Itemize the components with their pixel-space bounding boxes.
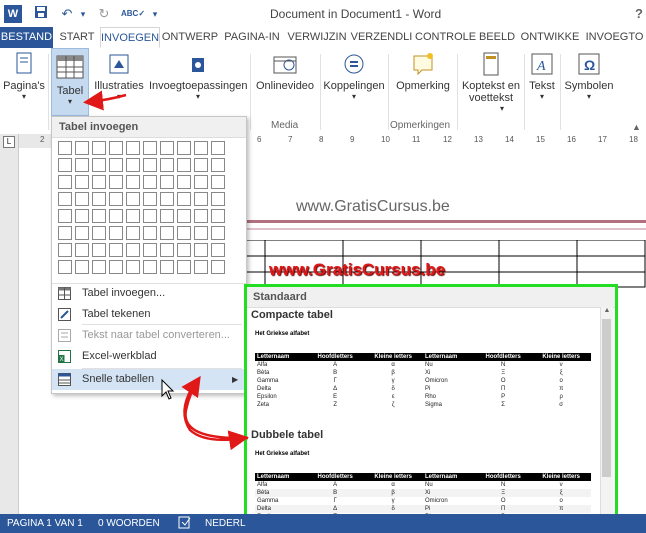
arrow-to-table-button: [83, 90, 127, 111]
word-count[interactable]: 0 WOORDEN: [98, 518, 160, 529]
language-indicator[interactable]: NEDERL: [205, 518, 246, 529]
arrow-to-double-table: [183, 387, 249, 451]
arrow-to-quick-tables: [181, 375, 249, 440]
mouse-cursor-icon: [161, 378, 175, 400]
proofing-icon[interactable]: [178, 516, 192, 532]
status-bar: PAGINA 1 VAN 1 0 WOORDEN NEDERL: [0, 514, 646, 533]
page-count[interactable]: PAGINA 1 VAN 1: [7, 518, 83, 529]
annotation-arrows: [83, 90, 249, 451]
